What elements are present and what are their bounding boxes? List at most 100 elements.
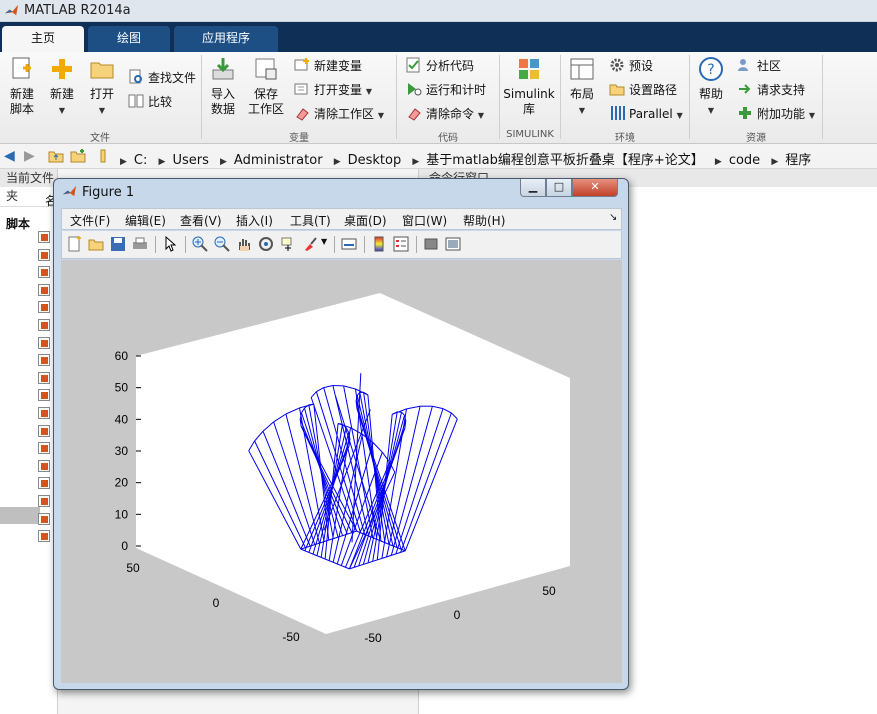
brush-icon[interactable] [302, 236, 318, 252]
clear-workspace-button[interactable]: 清除工作区 ▼ [294, 104, 384, 124]
menu-desktop[interactable]: 桌面(D) [344, 212, 387, 229]
show-plot-tools-icon[interactable] [445, 236, 461, 252]
minimize-button[interactable]: ▁ [520, 179, 546, 197]
help-arrow[interactable]: ▼ [708, 106, 714, 115]
breadcrumb-item[interactable]: C: [134, 153, 147, 168]
analyze-code-button[interactable]: 分析代码 [406, 56, 474, 76]
save-icon[interactable] [110, 236, 126, 252]
open-variable-arrow[interactable]: ▼ [366, 87, 372, 96]
print-icon[interactable] [132, 236, 148, 252]
up-folder-icon[interactable] [48, 148, 64, 164]
figure-plot-area[interactable]: 60 50 40 30 20 10 0 50 0 -50 -50 0 50 [61, 260, 622, 683]
back-arrow-icon[interactable]: ◀ [4, 148, 20, 164]
menu-help[interactable]: 帮助(H) [463, 212, 505, 229]
find-files-button[interactable]: 查找文件 [128, 68, 196, 88]
script-file-icon[interactable] [38, 301, 50, 314]
new-variable-button[interactable]: 新建变量 [294, 56, 362, 76]
menu-tools[interactable]: 工具(T) [290, 212, 331, 229]
script-file-icon[interactable] [38, 319, 50, 331]
compare-button[interactable]: 比较 [128, 92, 172, 112]
preferences-button[interactable]: 预设 [609, 56, 653, 76]
community-button[interactable]: 社区 [737, 56, 781, 76]
menu-view[interactable]: 查看(V) [180, 212, 222, 229]
tab-plots[interactable]: 绘图 [88, 26, 170, 52]
script-file-icon[interactable] [38, 512, 50, 525]
script-file-icon[interactable] [38, 424, 50, 437]
layout-button[interactable]: 布局 ▼ [566, 56, 598, 118]
open-file-icon[interactable] [88, 236, 104, 252]
pan-hand-icon[interactable] [236, 236, 252, 252]
script-file-icon[interactable] [38, 336, 50, 349]
script-file-icon[interactable] [38, 231, 50, 243]
script-file-icon[interactable] [38, 283, 50, 296]
open-dropdown-arrow[interactable]: ▼ [99, 106, 105, 115]
script-file-icon[interactable] [38, 530, 50, 543]
import-data-button[interactable]: 导入 数据 [207, 56, 239, 117]
script-file-icon[interactable] [38, 248, 50, 261]
layout-label: 布局 [569, 87, 594, 101]
new-dropdown-arrow[interactable]: ▼ [59, 106, 65, 115]
breadcrumb-item[interactable]: 程序 [785, 153, 811, 168]
breadcrumb-item[interactable]: Users [172, 153, 208, 168]
figure-title: Figure 1 [82, 185, 135, 200]
clear-commands-button[interactable]: 清除命令 ▼ [406, 104, 484, 124]
run-and-time-button[interactable]: 运行和计时 [406, 80, 486, 100]
add-ons-button[interactable]: 附加功能 ▼ [737, 104, 815, 124]
breadcrumb-item[interactable]: Desktop [348, 153, 402, 168]
menu-edit[interactable]: 编辑(E) [125, 212, 166, 229]
parallel-arrow[interactable]: ▼ [677, 111, 683, 120]
tab-home[interactable]: 主页 [2, 26, 84, 52]
breadcrumb-item[interactable]: Administrator [234, 153, 323, 168]
colorbar-icon[interactable] [371, 236, 387, 252]
open-variable-button[interactable]: 打开变量 ▼ [294, 80, 372, 100]
data-cursor-icon[interactable] [280, 236, 296, 252]
scripts-group-label: 脚本 [6, 217, 31, 231]
script-file-icon[interactable] [38, 495, 50, 507]
script-file-icon[interactable] [38, 389, 50, 402]
new-figure-icon[interactable] [66, 236, 82, 252]
menu-file[interactable]: 文件(F) [70, 212, 110, 229]
legend-icon[interactable] [393, 236, 409, 252]
tab-apps[interactable]: 应用程序 [174, 26, 278, 52]
set-path-button[interactable]: 设置路径 [609, 80, 677, 100]
script-file-icon[interactable] [38, 354, 50, 367]
open-label: 打开 [89, 87, 114, 101]
layout-icon [570, 58, 594, 80]
new-script-button[interactable]: 新建 脚本 [6, 56, 38, 117]
brush-dropdown-icon[interactable]: ▼ [321, 237, 327, 246]
link-plot-icon[interactable] [341, 236, 357, 252]
layout-arrow[interactable]: ▼ [579, 106, 585, 115]
script-file-icon[interactable] [38, 371, 50, 384]
svg-text:?: ? [707, 62, 714, 78]
menu-insert[interactable]: 插入(I) [236, 212, 273, 229]
menu-window[interactable]: 窗口(W) [402, 212, 447, 229]
script-file-icon[interactable] [38, 407, 50, 419]
browse-folder-icon[interactable] [70, 148, 86, 164]
parallel-button[interactable]: Parallel ▼ [609, 104, 683, 124]
script-file-icon[interactable] [38, 459, 50, 472]
save-workspace-button[interactable]: 保存 工作区 [246, 56, 286, 117]
forward-arrow-icon[interactable]: ▶ [24, 148, 40, 164]
maximize-button[interactable]: □ [546, 179, 572, 197]
zoom-in-icon[interactable] [192, 236, 208, 252]
script-file-icon[interactable] [38, 442, 50, 455]
breadcrumb-item[interactable]: 基于matlab编程创意平板折叠桌【程序+论文】 [426, 153, 703, 168]
new-button[interactable]: 新建 ▼ [46, 56, 78, 118]
menubar-dock-icon[interactable]: ↘ [609, 212, 617, 223]
zoom-out-icon[interactable] [214, 236, 230, 252]
help-button[interactable]: ? 帮助 ▼ [695, 56, 727, 118]
open-button[interactable]: 打开 ▼ [86, 56, 118, 118]
hide-plot-tools-icon[interactable] [423, 236, 439, 252]
pointer-icon[interactable] [162, 236, 178, 252]
request-support-button[interactable]: 请求支持 [737, 80, 805, 100]
add-ons-arrow[interactable]: ▼ [809, 111, 815, 120]
simulink-library-button[interactable]: Simulink 库 [503, 56, 555, 117]
script-file-icon[interactable] [38, 266, 50, 279]
clear-workspace-arrow[interactable]: ▼ [378, 111, 384, 120]
rotate-3d-icon[interactable] [258, 236, 274, 252]
3d-line-plot[interactable]: 6050403020100500-50 -50050 [61, 260, 622, 683]
breadcrumb-item[interactable]: code [729, 153, 760, 168]
close-button[interactable]: ✕ [572, 179, 618, 197]
clear-commands-arrow[interactable]: ▼ [478, 111, 484, 120]
script-file-icon[interactable] [38, 477, 50, 490]
